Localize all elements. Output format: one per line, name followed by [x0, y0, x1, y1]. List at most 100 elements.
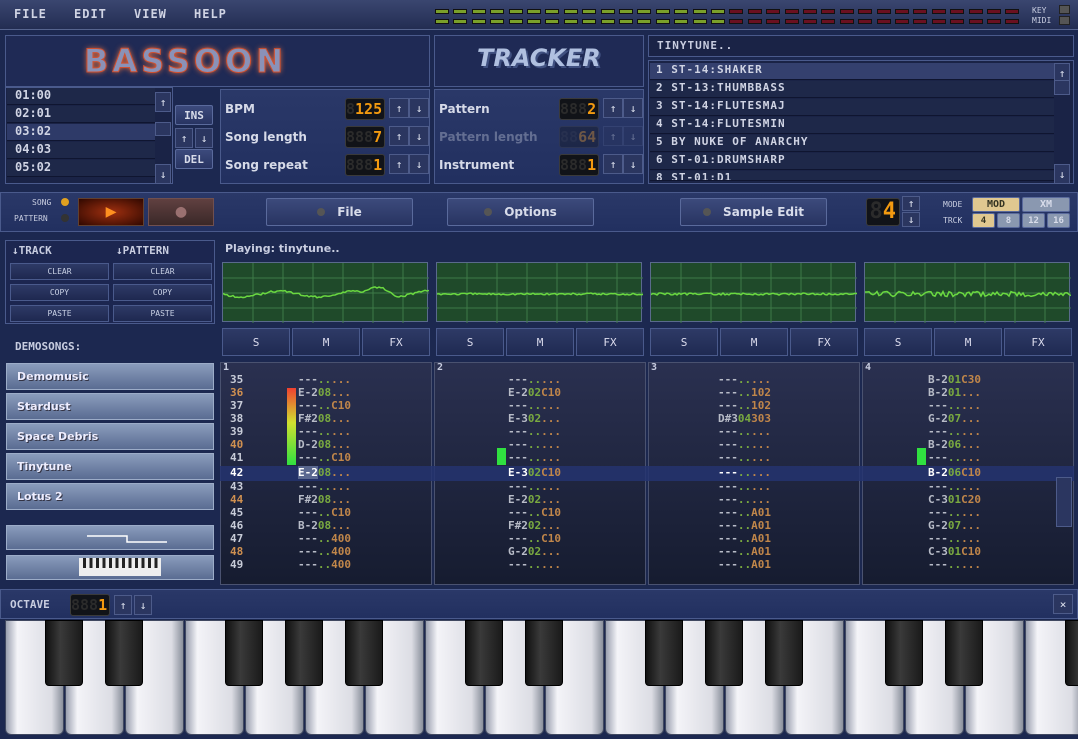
pattern-cell[interactable]: C-301C20 — [928, 493, 981, 506]
increment-button[interactable]: ↑ — [389, 98, 409, 118]
instrument-item[interactable]: 4 ST-14:FLUTESMIN — [650, 117, 1054, 134]
order-item[interactable]: 02:01 — [7, 106, 155, 123]
order-item[interactable]: 04:03 — [7, 142, 155, 159]
channel-fx-button[interactable]: FX — [362, 328, 430, 356]
pattern-cell[interactable]: ---..... — [928, 480, 981, 493]
pattern-cell[interactable]: ---..A01 — [718, 545, 771, 558]
pattern-cell[interactable]: ---..... — [298, 480, 351, 493]
black-key[interactable] — [285, 620, 323, 686]
decrement-button[interactable]: ↓ — [623, 98, 643, 118]
pattern-cell[interactable]: ---..... — [928, 451, 981, 464]
pattern-cell[interactable]: ---..400 — [298, 558, 351, 571]
increment-button[interactable]: ↑ — [389, 126, 409, 146]
pattern-cell[interactable]: D-208... — [298, 438, 351, 451]
increment-button[interactable]: ↑ — [603, 154, 623, 174]
black-key[interactable] — [525, 620, 563, 686]
pattern-cell[interactable]: ---..... — [508, 558, 561, 571]
pattern-cell[interactable]: ---..C10 — [508, 506, 561, 519]
track-copy-button[interactable]: COPY — [10, 284, 109, 301]
pattern-cell[interactable]: ---..C10 — [298, 399, 351, 412]
order-item[interactable]: 01:00 — [7, 88, 155, 105]
order-up-button[interactable]: ↑ — [175, 128, 193, 148]
order-item[interactable]: 03:02 — [7, 124, 155, 141]
pattern-cell[interactable]: E-302C10 — [508, 466, 561, 479]
pattern-cell[interactable]: ---..400 — [298, 545, 351, 558]
pattern-cell[interactable]: B-201... — [928, 386, 981, 399]
play-button[interactable]: ▶ — [78, 198, 144, 226]
instrument-item[interactable]: 1 ST-14:SHAKER — [650, 63, 1054, 80]
octave-up[interactable]: ↑ — [114, 595, 132, 615]
instrument-item[interactable]: 3 ST-14:FLUTESMAJ — [650, 99, 1054, 116]
track-8[interactable]: 8 — [997, 213, 1020, 228]
order-scroll-down[interactable]: ↓ — [155, 164, 171, 184]
pattern-cell[interactable]: ---..... — [508, 451, 561, 464]
pattern-cell[interactable]: E-202... — [508, 493, 561, 506]
increment-button[interactable]: ↑ — [389, 154, 409, 174]
channel-fx-button[interactable]: FX — [576, 328, 644, 356]
pattern-cell[interactable]: B-206... — [928, 438, 981, 451]
pattern-cell[interactable]: E-208... — [298, 386, 351, 399]
pattern-cell[interactable]: B-206C10 — [928, 466, 981, 479]
channel-m-button[interactable]: M — [506, 328, 574, 356]
pattern-cell[interactable]: ---..... — [928, 558, 981, 571]
track-16[interactable]: 16 — [1047, 213, 1070, 228]
demosong-button[interactable]: Stardust — [6, 393, 214, 420]
pattern-cell[interactable]: ---..C10 — [298, 506, 351, 519]
track-clear-button[interactable]: CLEAR — [10, 263, 109, 280]
pattern-cell[interactable]: ---..102 — [718, 399, 771, 412]
pattern-cell[interactable]: ---..... — [718, 373, 771, 386]
keyboard-button[interactable] — [6, 555, 214, 580]
waveform-button[interactable] — [6, 525, 214, 550]
pattern-cell[interactable]: B-201C30 — [928, 373, 981, 386]
pattern-cell[interactable]: ---..... — [928, 532, 981, 545]
pattern-cell[interactable]: ---..102 — [718, 386, 771, 399]
pattern-cell[interactable]: ---..C10 — [508, 532, 561, 545]
pattern-cell[interactable]: F#208... — [298, 412, 351, 425]
black-key[interactable] — [705, 620, 743, 686]
pattern-cell[interactable]: ---..... — [718, 493, 771, 506]
track-12[interactable]: 12 — [1022, 213, 1045, 228]
black-key[interactable] — [465, 620, 503, 686]
black-key[interactable] — [105, 620, 143, 686]
pattern-cell[interactable]: ---..... — [718, 425, 771, 438]
pattern-cell[interactable]: ---..... — [508, 480, 561, 493]
instrument-item[interactable]: 6 ST-01:DRUMSHARP — [650, 153, 1054, 170]
octave-down[interactable]: ↓ — [134, 595, 152, 615]
channel-m-button[interactable]: M — [720, 328, 788, 356]
pattern-cell[interactable]: ---..... — [508, 373, 561, 386]
mode-xm[interactable]: XM — [1022, 197, 1070, 212]
key-toggle[interactable] — [1059, 5, 1070, 14]
black-key[interactable] — [885, 620, 923, 686]
demosong-button[interactable]: Demomusic — [6, 363, 214, 390]
instrument-scroll-thumb[interactable] — [1054, 80, 1070, 95]
sample-edit-button[interactable]: Sample Edit — [680, 198, 827, 226]
channel-m-button[interactable]: M — [934, 328, 1002, 356]
order-down-button[interactable]: ↓ — [195, 128, 213, 148]
black-key[interactable] — [345, 620, 383, 686]
instrument-scroll-down[interactable]: ↓ — [1054, 164, 1070, 184]
channel-s-button[interactable]: S — [650, 328, 718, 356]
menu-view[interactable]: VIEW — [134, 7, 167, 21]
black-key[interactable] — [1065, 620, 1078, 686]
song-title-field[interactable]: TINYTUNE.. — [648, 35, 1074, 57]
order-item[interactable]: 05:02 — [7, 160, 155, 177]
pattern-cell[interactable]: ---..C10 — [298, 451, 351, 464]
channel-fx-button[interactable]: FX — [790, 328, 858, 356]
increment-button[interactable]: ↑ — [603, 98, 623, 118]
pattern-paste-button[interactable]: PASTE — [113, 305, 212, 322]
pattern-cell[interactable]: ---..... — [718, 438, 771, 451]
decrement-button[interactable]: ↓ — [409, 98, 429, 118]
decrement-button[interactable]: ↓ — [409, 126, 429, 146]
pattern-cell[interactable]: G-202... — [508, 545, 561, 558]
record-button[interactable]: ● — [148, 198, 214, 226]
order-scroll-thumb[interactable] — [155, 122, 171, 136]
pattern-cell[interactable]: ---..... — [718, 451, 771, 464]
pattern-cell[interactable]: G-207... — [928, 519, 981, 532]
pattern-cell[interactable]: ---..400 — [298, 532, 351, 545]
pattern-cell[interactable]: C-301C10 — [928, 545, 981, 558]
pattern-cell[interactable]: E-302... — [508, 412, 561, 425]
pattern-copy-button[interactable]: COPY — [113, 284, 212, 301]
channel-s-button[interactable]: S — [436, 328, 504, 356]
menu-help[interactable]: HELP — [194, 7, 227, 21]
close-keyboard-button[interactable]: × — [1053, 594, 1073, 614]
